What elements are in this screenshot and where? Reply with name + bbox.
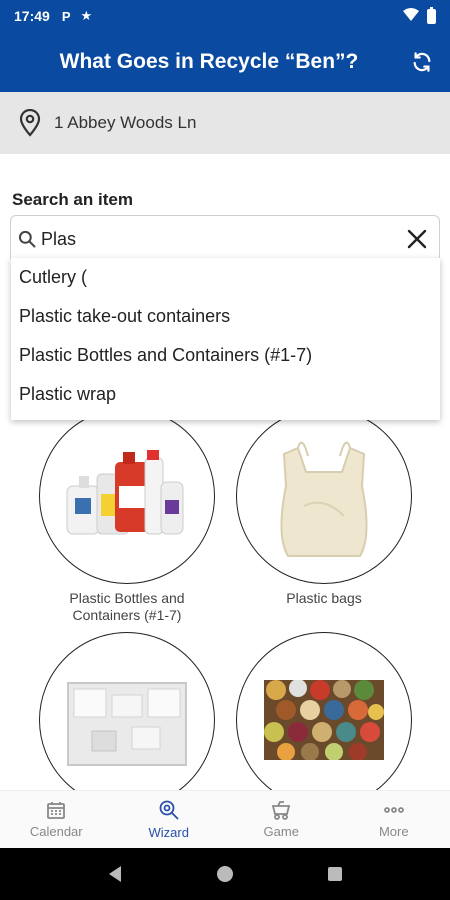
- item-plastic-bags[interactable]: Plastic bags: [236, 408, 412, 607]
- plastic-bag-image: [280, 441, 368, 557]
- location-pin-icon: [19, 109, 41, 137]
- battery-icon: [427, 6, 436, 24]
- search-icon: [18, 230, 36, 248]
- item-image-circle: [236, 632, 412, 790]
- nav-calendar[interactable]: Calendar: [0, 791, 113, 848]
- suggestion-item[interactable]: Plastic wrap: [11, 375, 440, 414]
- parking-icon: P: [61, 8, 71, 24]
- refresh-button[interactable]: [394, 32, 450, 92]
- nav-game[interactable]: Game: [225, 791, 338, 848]
- page-title: What Goes in Recycle “Ben”?: [59, 50, 359, 73]
- recents-icon: [328, 867, 342, 881]
- recents-button[interactable]: [315, 854, 355, 894]
- more-icon: [383, 807, 404, 813]
- item-image-circle: [236, 408, 412, 584]
- close-icon: [407, 229, 427, 249]
- system-nav-bar: [0, 848, 450, 900]
- item-image-circle: [39, 408, 215, 584]
- search-box[interactable]: [10, 215, 440, 263]
- clear-search-button[interactable]: [395, 217, 439, 261]
- app-bar: What Goes in Recycle “Ben”?: [0, 32, 450, 92]
- address-text: 1 Abbey Woods Ln: [54, 113, 197, 132]
- wifi-icon: [403, 8, 419, 24]
- item-plastic-bottles[interactable]: Plastic Bottles and Containers (#1-7): [39, 408, 215, 624]
- star-icon: ★: [80, 8, 93, 23]
- suggestion-item[interactable]: Plastic Bottles and Containers (#1-7): [11, 336, 440, 375]
- item-styrofoam[interactable]: [39, 632, 215, 790]
- styrofoam-insert-image: [67, 682, 187, 766]
- status-time: 17:49: [14, 8, 50, 24]
- back-icon: [109, 866, 121, 882]
- item-grid: Plastic Bottles and Containers (#1-7) Pl…: [0, 400, 450, 790]
- rolled-rugs-image: [264, 680, 384, 760]
- calendar-icon: [47, 802, 66, 819]
- game-icon: [272, 801, 291, 820]
- item-label: Plastic bags: [286, 590, 362, 606]
- home-button[interactable]: [205, 854, 245, 894]
- wizard-icon: [159, 800, 179, 820]
- nav-wizard[interactable]: Wizard: [113, 791, 226, 848]
- item-rugs[interactable]: [236, 632, 412, 790]
- item-label: Plastic Bottles and Containers (#1-7): [69, 590, 185, 623]
- status-bar: 17:49 P ★: [0, 0, 450, 32]
- search-label: Search an item: [12, 190, 133, 209]
- address-bar[interactable]: 1 Abbey Woods Ln: [0, 92, 450, 154]
- home-icon: [217, 866, 233, 882]
- item-image-circle: [39, 632, 215, 790]
- search-input[interactable]: [41, 228, 395, 250]
- refresh-icon: [413, 52, 431, 72]
- search-suggestions: Cutlery ( Plastic take-out containers Pl…: [11, 258, 440, 420]
- suggestion-item[interactable]: Plastic take-out containers: [11, 297, 440, 336]
- plastic-bottles-image: [66, 450, 184, 535]
- bottom-nav: Calendar Wizard Game More: [0, 790, 450, 848]
- suggestion-item[interactable]: Cutlery (: [11, 258, 440, 297]
- nav-more[interactable]: More: [338, 791, 450, 848]
- back-button[interactable]: [95, 854, 135, 894]
